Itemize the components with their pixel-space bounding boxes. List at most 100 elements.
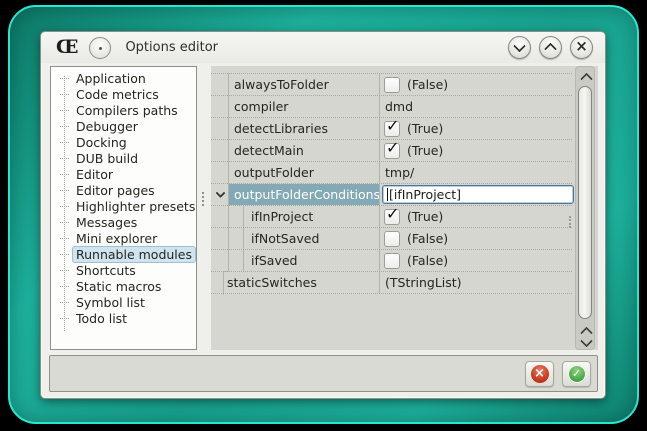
scrollbar-thumb[interactable] <box>578 86 592 319</box>
property-name: ifSaved <box>211 250 379 271</box>
accept-button[interactable]: ✓ <box>562 361 591 387</box>
property-value: ✓ (True) <box>379 118 572 139</box>
sidebar-item-label: Static macros <box>73 279 164 294</box>
footer-panel: × ✓ <box>49 355 598 392</box>
checkbox-unchecked[interactable] <box>384 77 400 93</box>
property-name: ifNotSaved <box>211 228 379 249</box>
window-controls: × <box>508 36 593 59</box>
edit-value-text: [ifInProject] <box>389 187 461 202</box>
checkbox-checked[interactable]: ✓ <box>384 143 400 159</box>
cancel-button[interactable]: × <box>525 361 554 387</box>
pane-grip-icon <box>569 216 573 228</box>
property-value: ✓ (True) <box>379 206 572 227</box>
property-value: (False) <box>379 228 572 249</box>
sidebar-item-code-metrics[interactable]: Code metrics <box>51 86 196 102</box>
text-caret <box>387 188 388 201</box>
sidebar-item-label: Debugger <box>73 119 141 134</box>
boolean-label: (False) <box>407 253 448 268</box>
sidebar-item-messages[interactable]: Messages <box>51 214 196 230</box>
property-inspector: alwaysToFolder (False) compiler dmd detectLi… <box>211 66 598 350</box>
property-row-detectLibraries[interactable]: detectLibraries ✓ (True) <box>211 118 572 140</box>
sidebar-item-editor-pages[interactable]: Editor pages <box>51 182 196 198</box>
sidebar-item-todo-list[interactable]: Todo list <box>51 310 196 326</box>
property-row-outputFolder[interactable]: outputFolder tmp/ <box>211 162 572 184</box>
sidebar-item-runnable-modules[interactable]: Runnable modules <box>51 246 196 262</box>
sidebar-item-label: Editor <box>73 167 116 182</box>
boolean-label: (True) <box>407 143 443 158</box>
value-text: (TStringList) <box>385 275 462 290</box>
accept-icon: ✓ <box>568 365 586 383</box>
check-icon: ✓ <box>386 206 399 222</box>
sidebar-item-highlighter-presets[interactable]: Highlighter presets <box>51 198 196 214</box>
tree-grid-splitter[interactable] <box>197 66 211 350</box>
property-value: [ifInProject] <box>379 184 572 205</box>
checkbox-checked[interactable]: ✓ <box>384 121 400 137</box>
sidebar-item-application[interactable]: Application <box>51 70 196 86</box>
checkbox-unchecked[interactable] <box>384 253 400 269</box>
property-name: ifInProject <box>211 206 379 227</box>
checkbox-checked[interactable]: ✓ <box>384 209 400 225</box>
boolean-label: (False) <box>407 77 448 92</box>
property-name: compiler <box>211 96 379 117</box>
boolean-label: (True) <box>407 121 443 136</box>
property-row-outputFolderConditions[interactable]: outputFolderConditions [ifInProject] <box>211 184 572 206</box>
check-icon: ✓ <box>386 118 399 134</box>
vertical-scrollbar[interactable] <box>575 66 595 350</box>
property-row-ifInProject[interactable]: ifInProject ✓ (True) <box>211 206 572 228</box>
maximize-button[interactable] <box>539 36 562 59</box>
boolean-label: (True) <box>407 209 443 224</box>
property-value: ✓ (True) <box>379 140 572 161</box>
checkbox-unchecked[interactable] <box>384 231 400 247</box>
minimize-button[interactable] <box>508 36 531 59</box>
sidebar-item-label: Shortcuts <box>73 263 139 278</box>
close-button[interactable]: × <box>570 36 593 59</box>
property-value: (False) <box>379 74 572 95</box>
window-menu-button[interactable] <box>89 37 111 59</box>
sidebar-item-label: Application <box>73 71 149 86</box>
property-name: detectMain <box>211 140 379 161</box>
scroll-down-icon[interactable] <box>582 338 591 347</box>
property-row-alwaysToFolder[interactable]: alwaysToFolder (False) <box>211 74 572 96</box>
sidebar-item-editor[interactable]: Editor <box>51 166 196 182</box>
scroll-up-icon[interactable] <box>582 73 591 82</box>
property-name: outputFolderConditions <box>211 184 379 205</box>
sidebar-item-docking[interactable]: Docking <box>51 134 196 150</box>
titlebar[interactable]: Œ Options editor × <box>41 32 605 63</box>
sidebar-item-label: Symbol list <box>73 295 148 310</box>
sidebar-item-label: Code metrics <box>73 87 162 102</box>
property-row-ifSaved[interactable]: ifSaved (False) <box>211 250 572 272</box>
sidebar-item-shortcuts[interactable]: Shortcuts <box>51 262 196 278</box>
boolean-label: (False) <box>407 231 448 246</box>
sidebar-item-label: Docking <box>73 135 130 150</box>
value-text: dmd <box>385 99 413 114</box>
value-edit-input[interactable]: [ifInProject] <box>382 185 574 204</box>
inspector-rows: alwaysToFolder (False) compiler dmd detectLi… <box>211 73 572 294</box>
property-value: (TStringList) <box>379 272 572 293</box>
options-editor-window: Œ Options editor × ApplicationCode metri… <box>40 31 606 399</box>
property-name: outputFolder <box>211 162 379 183</box>
value-text: tmp/ <box>385 165 414 180</box>
sidebar-item-symbol-list[interactable]: Symbol list <box>51 294 196 310</box>
sidebar-item-static-macros[interactable]: Static macros <box>51 278 196 294</box>
property-name: alwaysToFolder <box>211 74 379 95</box>
splitter-grip-icon <box>202 192 206 206</box>
sidebar-item-label: Messages <box>73 215 140 230</box>
sidebar-item-compilers-paths[interactable]: Compilers paths <box>51 102 196 118</box>
property-value: tmp/ <box>379 162 572 183</box>
check-icon: ✓ <box>386 140 399 156</box>
property-name: detectLibraries <box>211 118 379 139</box>
chevron-down-icon <box>513 40 526 53</box>
sidebar-item-debugger[interactable]: Debugger <box>51 118 196 134</box>
sidebar-item-label: DUB build <box>73 151 141 166</box>
window-title: Options editor <box>125 40 218 55</box>
sidebar-item-dub-build[interactable]: DUB build <box>51 150 196 166</box>
sidebar-item-mini-explorer[interactable]: Mini explorer <box>51 230 196 246</box>
sidebar-item-label: Editor pages <box>73 183 158 198</box>
property-row-staticSwitches[interactable]: staticSwitches(TStringList) <box>211 272 572 294</box>
category-tree[interactable]: ApplicationCode metricsCompilers pathsDe… <box>50 66 197 350</box>
sidebar-item-label: Todo list <box>73 311 130 326</box>
sidebar-item-label: Runnable modules <box>73 247 195 262</box>
property-row-ifNotSaved[interactable]: ifNotSaved (False) <box>211 228 572 250</box>
property-row-detectMain[interactable]: detectMain ✓ (True) <box>211 140 572 162</box>
property-row-compiler[interactable]: compiler dmd <box>211 96 572 118</box>
